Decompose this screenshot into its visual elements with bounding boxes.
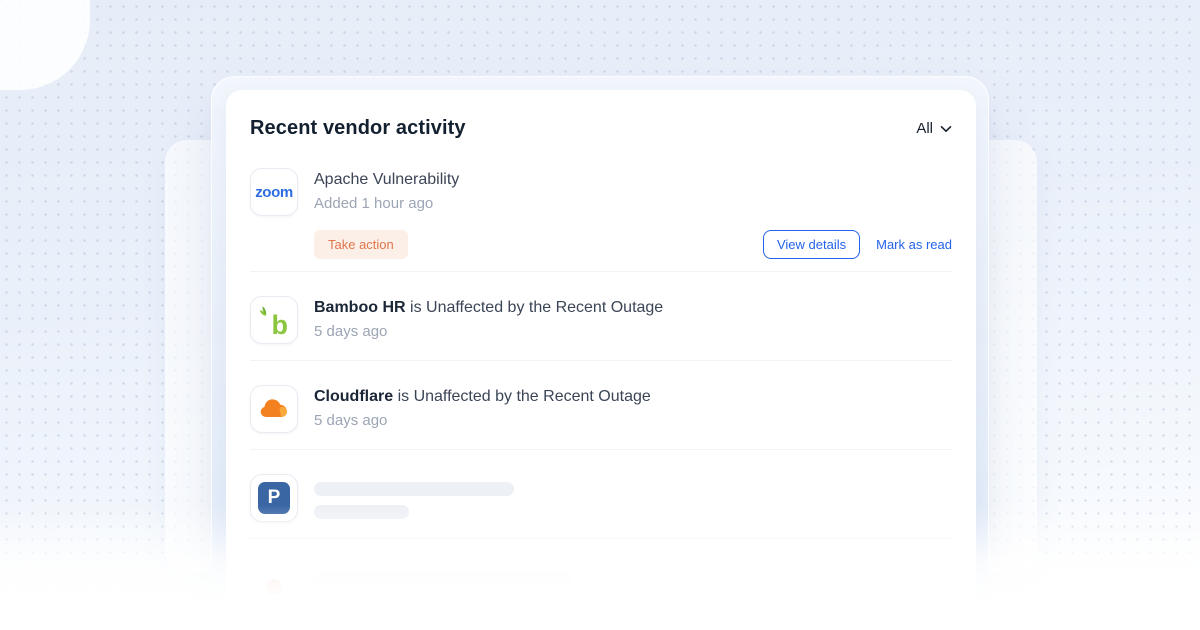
cloudflare-logo [250, 385, 298, 433]
activity-message: is Unaffected by the Recent Outage [393, 388, 651, 405]
vendor-name: Bamboo HR [314, 299, 406, 316]
recent-vendor-activity-card: Recent vendor activity All zoom Apache V… [226, 90, 976, 610]
vendor-name: Cloudflare [314, 388, 393, 405]
zoom-logo: zoom [250, 168, 298, 216]
paypal-logo-text: P [258, 482, 290, 514]
activity-timestamp: 5 days ago [314, 412, 651, 429]
zoom-logo-text: zoom [255, 184, 293, 201]
activity-row-paypal-loading: P [250, 450, 952, 539]
activity-timestamp: 5 days ago [314, 323, 663, 340]
activity-message: is Unaffected by the Recent Outage [406, 299, 664, 316]
bamboohr-logo-text: b [272, 312, 289, 339]
chevron-down-icon [940, 123, 952, 133]
coral-ring-icon [266, 579, 282, 595]
skeleton-title-bar [314, 482, 514, 496]
card-header: Recent vendor activity All [250, 90, 952, 140]
mark-as-read-link[interactable]: Mark as read [876, 237, 952, 252]
activity-title: Bamboo HR is Unaffected by the Recent Ou… [314, 298, 663, 318]
activity-timestamp: Added 1 hour ago [314, 195, 459, 212]
activity-row-loading [250, 539, 952, 610]
view-details-button[interactable]: View details [763, 230, 860, 259]
activity-row-bamboohr: b Bamboo HR is Unaffected by the Recent … [250, 272, 952, 361]
skeleton-title-bar [314, 571, 572, 585]
page-title: Recent vendor activity [250, 117, 466, 140]
activity-title: Apache Vulnerability [314, 170, 459, 190]
paypal-logo: P [250, 474, 298, 522]
skeleton-meta-bar [314, 505, 409, 519]
filter-dropdown-label: All [916, 120, 933, 137]
bamboo-leaf-icon [259, 305, 272, 323]
filter-dropdown[interactable]: All [916, 120, 952, 137]
skeleton-meta-bar [314, 594, 409, 608]
vendor-ring-logo [250, 563, 298, 610]
activity-title: Cloudflare is Unaffected by the Recent O… [314, 387, 651, 407]
take-action-button[interactable]: Take action [314, 230, 408, 259]
bamboohr-logo: b [250, 296, 298, 344]
activity-row-cloudflare: Cloudflare is Unaffected by the Recent O… [250, 361, 952, 450]
cloudflare-cloud-icon [259, 399, 289, 420]
activity-row-zoom: zoom Apache Vulnerability Added 1 hour a… [250, 168, 952, 272]
